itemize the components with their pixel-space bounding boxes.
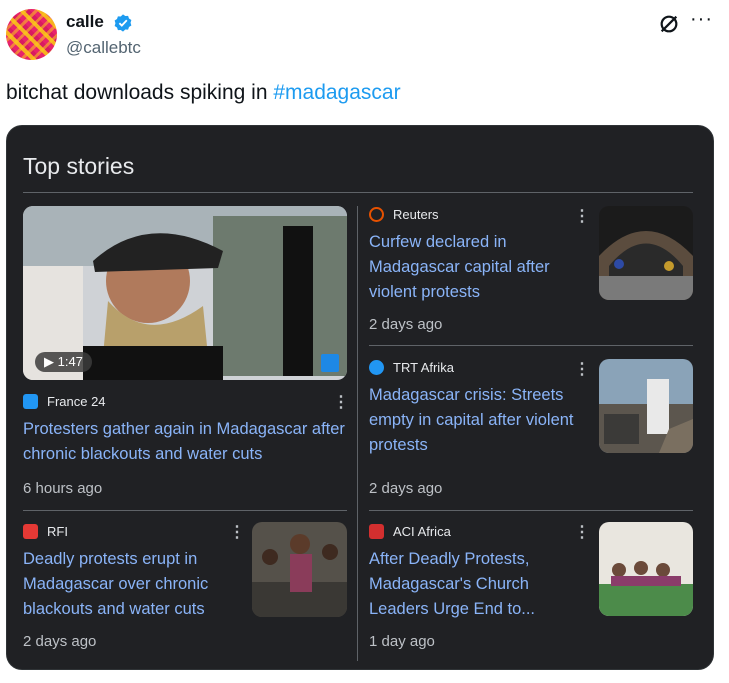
divider bbox=[369, 510, 693, 511]
story-source: TRT Afrika bbox=[393, 360, 454, 375]
kebab-icon[interactable]: ⋮ bbox=[229, 522, 245, 542]
more-icon[interactable]: ··· bbox=[690, 8, 713, 31]
aci-africa-logo-icon bbox=[369, 524, 384, 539]
story-source: France 24 bbox=[47, 394, 106, 409]
story-source: RFI bbox=[47, 524, 68, 539]
story-thumbnail[interactable] bbox=[252, 522, 347, 617]
story-age: 6 hours ago bbox=[23, 480, 103, 497]
story-headline[interactable]: Madagascar crisis: Streets empty in capi… bbox=[369, 383, 589, 458]
story-age: 1 day ago bbox=[369, 633, 435, 650]
france24-logo-icon bbox=[23, 394, 38, 409]
divider bbox=[357, 206, 358, 661]
kebab-icon[interactable]: ⋮ bbox=[574, 522, 590, 542]
story-headline[interactable]: Curfew declared in Madagascar capital af… bbox=[369, 230, 584, 305]
story-source: Reuters bbox=[393, 207, 439, 222]
story-headline[interactable]: Deadly protests erupt in Madagascar over… bbox=[23, 547, 223, 622]
trt-afrika-logo-icon bbox=[369, 360, 384, 375]
author-name[interactable]: calle bbox=[66, 12, 104, 32]
rfi-logo-icon bbox=[23, 524, 38, 539]
divider bbox=[23, 510, 347, 511]
story-video-thumbnail[interactable]: ▶ 1:47 bbox=[23, 206, 347, 380]
hashtag-link[interactable]: #madagascar bbox=[273, 81, 400, 104]
tweet-text: bitchat downloads spiking in #madagascar bbox=[6, 81, 401, 104]
story-thumbnail[interactable] bbox=[599, 359, 693, 453]
card-title: Top stories bbox=[23, 153, 135, 179]
story-age: 2 days ago bbox=[369, 480, 443, 497]
story-headline[interactable]: After Deadly Protests, Madagascar's Chur… bbox=[369, 547, 584, 622]
story-age: 2 days ago bbox=[23, 633, 97, 650]
verified-badge-icon bbox=[114, 14, 132, 32]
video-duration-badge: ▶ 1:47 bbox=[35, 352, 92, 372]
france24-watermark-icon bbox=[321, 354, 339, 372]
story-thumbnail[interactable] bbox=[599, 522, 693, 616]
story-headline[interactable]: Protesters gather again in Madagascar af… bbox=[23, 417, 353, 467]
grok-icon[interactable] bbox=[658, 13, 680, 35]
kebab-icon[interactable]: ⋮ bbox=[574, 206, 590, 226]
story-source: ACI Africa bbox=[393, 524, 451, 539]
kebab-icon[interactable]: ⋮ bbox=[333, 392, 349, 412]
divider bbox=[23, 192, 693, 193]
divider bbox=[369, 345, 693, 346]
author-handle[interactable]: @callebtc bbox=[66, 38, 141, 58]
story-thumbnail[interactable] bbox=[599, 206, 693, 300]
avatar[interactable] bbox=[6, 9, 57, 60]
reuters-logo-icon bbox=[369, 207, 384, 222]
news-card[interactable]: Top stories ▶ 1:47 France 24 ⋮ Protester… bbox=[6, 125, 714, 670]
kebab-icon[interactable]: ⋮ bbox=[574, 359, 590, 379]
story-age: 2 days ago bbox=[369, 316, 443, 333]
